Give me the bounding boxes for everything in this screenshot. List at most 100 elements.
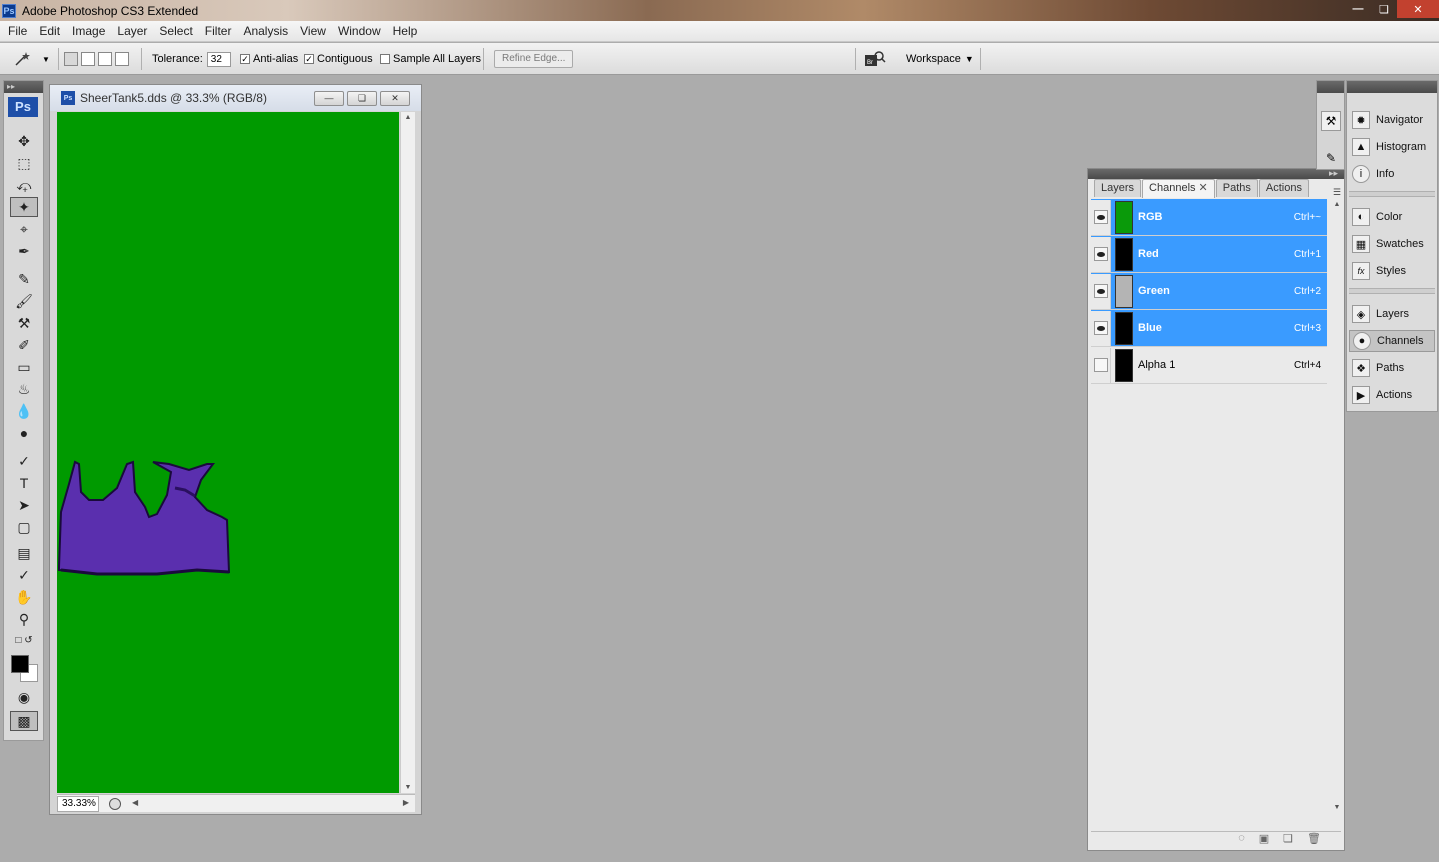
zoom-tool-icon[interactable]: ⚲	[10, 609, 38, 629]
dodge-tool-icon[interactable]: ●	[10, 423, 38, 443]
tab-layers[interactable]: Layers	[1094, 179, 1142, 197]
intersect-selection-button[interactable]	[115, 52, 129, 66]
visibility-toggle[interactable]	[1091, 199, 1111, 235]
dock-item-color[interactable]: ◐ Color	[1349, 206, 1435, 228]
tool-presets-icon[interactable]: ⚒	[1321, 111, 1341, 131]
lasso-tool-icon[interactable]: ⤽	[10, 175, 38, 195]
document-minimize-button[interactable]: —	[314, 91, 344, 106]
healing-brush-tool-icon[interactable]: ✎	[10, 269, 38, 289]
close-button[interactable]: ✕	[1397, 0, 1439, 18]
ps-badge[interactable]: Ps	[8, 97, 38, 117]
crop-tool-icon[interactable]: ⌖	[10, 219, 38, 239]
bridge-button[interactable]: Br	[864, 43, 886, 75]
document-title-bar[interactable]: Ps SheerTank5.dds @ 33.3% (RGB/8) — ❏ ✕	[50, 85, 421, 111]
visibility-toggle[interactable]	[1091, 310, 1111, 346]
menu-view[interactable]: View	[294, 21, 332, 42]
paint-bucket-tool-icon[interactable]: ♨	[10, 379, 38, 399]
menu-file[interactable]: File	[0, 21, 33, 42]
pen-tool-icon[interactable]: ✓	[10, 451, 38, 471]
menu-window[interactable]: Window	[332, 21, 387, 42]
menu-help[interactable]: Help	[387, 21, 424, 42]
channels-scrollbar[interactable]: ▲ ▼	[1330, 199, 1344, 831]
dock-item-styles[interactable]: fx Styles	[1349, 260, 1435, 282]
load-selection-icon[interactable]: ◌	[1238, 832, 1245, 847]
dock-item-layers[interactable]: ◈ Layers	[1349, 303, 1435, 325]
zoom-level-field[interactable]: 33.33%	[57, 795, 99, 812]
brushes-icon[interactable]: ✎	[1321, 151, 1341, 169]
save-selection-icon[interactable]: ▣	[1259, 832, 1269, 847]
visibility-toggle[interactable]	[1091, 273, 1111, 309]
dock-item-paths[interactable]: ❖ Paths	[1349, 357, 1435, 379]
foreground-color-swatch[interactable]	[11, 655, 29, 673]
eyedropper-tool-icon[interactable]: ✓	[10, 565, 38, 585]
document-restore-button[interactable]: ❏	[347, 91, 377, 106]
hand-tool-icon[interactable]: ✋	[10, 587, 38, 607]
swap-colors-icon[interactable]: □ ↺	[10, 633, 38, 647]
panel-menu-icon[interactable]: ☰	[1333, 187, 1341, 198]
eraser-tool-icon[interactable]: ▭	[10, 357, 38, 377]
type-tool-icon[interactable]: T	[10, 473, 38, 493]
blur-tool-icon[interactable]: 💧	[10, 401, 38, 421]
dock-header[interactable]	[1347, 81, 1437, 93]
refine-edge-button[interactable]: Refine Edge...	[494, 50, 574, 68]
add-selection-button[interactable]	[81, 52, 95, 66]
dock-item-info[interactable]: i Info	[1349, 163, 1435, 185]
history-brush-tool-icon[interactable]: ✐	[10, 335, 38, 355]
new-channel-icon[interactable]: ❏	[1283, 832, 1293, 847]
visibility-toggle[interactable]	[1091, 236, 1111, 272]
clone-stamp-tool-icon[interactable]: ⚒	[10, 313, 38, 333]
channel-shortcut: Ctrl+3	[1294, 322, 1321, 334]
minimize-button[interactable]: —	[1345, 0, 1371, 18]
tolerance-input[interactable]: 32	[206, 51, 231, 67]
sample-all-layers-checkbox[interactable]	[380, 54, 390, 64]
dock-item-navigator[interactable]: ✹ Navigator	[1349, 109, 1435, 131]
menu-analysis[interactable]: Analysis	[237, 21, 294, 42]
dock-item-swatches[interactable]: ▦ Swatches	[1349, 233, 1435, 255]
dock-item-label: Actions	[1376, 389, 1413, 401]
new-selection-button[interactable]	[64, 52, 78, 66]
marquee-tool-icon[interactable]: ⬚	[10, 153, 38, 173]
quick-mask-icon[interactable]: ◉	[10, 687, 38, 707]
dock-item-channels[interactable]: ● Channels	[1349, 330, 1435, 352]
notes-tool-icon[interactable]: ▤	[10, 543, 38, 563]
toolbox-header[interactable]: ▸▸	[4, 81, 43, 93]
menu-select[interactable]: Select	[153, 21, 198, 42]
document-vertical-scrollbar[interactable]: ▲ ▼	[400, 112, 415, 793]
tab-actions[interactable]: Actions	[1258, 179, 1309, 197]
tool-preset-picker[interactable]: ▼	[12, 43, 50, 75]
menu-image[interactable]: Image	[66, 21, 111, 42]
channel-row-rgb[interactable]: RGB Ctrl+~	[1091, 199, 1327, 236]
channel-row-blue[interactable]: Blue Ctrl+3	[1091, 310, 1327, 347]
shape-tool-icon[interactable]: ▢	[10, 517, 38, 537]
dock-item-actions[interactable]: ▶ Actions	[1349, 384, 1435, 406]
channel-row-red[interactable]: Red Ctrl+1	[1091, 236, 1327, 273]
workspace-menu[interactable]: Workspace ▼	[906, 43, 974, 75]
tab-channels[interactable]: Channels ✕	[1142, 179, 1215, 198]
horizontal-scrollbar[interactable]: ◀ ▶	[132, 798, 415, 810]
tab-paths-label: Paths	[1222, 182, 1251, 194]
channels-panel-header[interactable]: ▸▸	[1088, 168, 1344, 179]
contiguous-checkbox[interactable]: ✓	[304, 54, 314, 64]
visibility-toggle[interactable]	[1091, 347, 1111, 383]
antialias-checkbox[interactable]: ✓	[240, 54, 250, 64]
menu-edit[interactable]: Edit	[33, 21, 66, 42]
channel-row-alpha1[interactable]: Alpha 1 Ctrl+4	[1091, 347, 1327, 384]
channel-row-green[interactable]: Green Ctrl+2	[1091, 273, 1327, 310]
trash-icon[interactable]: 🗑	[1307, 832, 1321, 847]
move-tool-icon[interactable]: ✥	[10, 131, 38, 151]
magic-wand-tool-icon[interactable]: ✦	[10, 197, 38, 217]
brush-tool-icon[interactable]: 🖌	[10, 291, 38, 311]
slice-tool-icon[interactable]: ✒	[10, 241, 38, 261]
restore-button[interactable]: ❏	[1371, 0, 1397, 18]
menu-filter[interactable]: Filter	[199, 21, 238, 42]
image-canvas[interactable]	[57, 112, 399, 793]
close-icon[interactable]: ✕	[1199, 182, 1208, 194]
document-close-button[interactable]: ✕	[380, 91, 410, 106]
dock-item-histogram[interactable]: ▲ Histogram	[1349, 136, 1435, 158]
subtract-selection-button[interactable]	[98, 52, 112, 66]
menu-layer[interactable]: Layer	[111, 21, 153, 42]
tab-paths[interactable]: Paths	[1215, 179, 1258, 197]
status-info-icon[interactable]	[109, 797, 121, 810]
screen-mode-icon[interactable]: ▩	[10, 711, 38, 731]
path-selection-tool-icon[interactable]: ➤	[10, 495, 38, 515]
